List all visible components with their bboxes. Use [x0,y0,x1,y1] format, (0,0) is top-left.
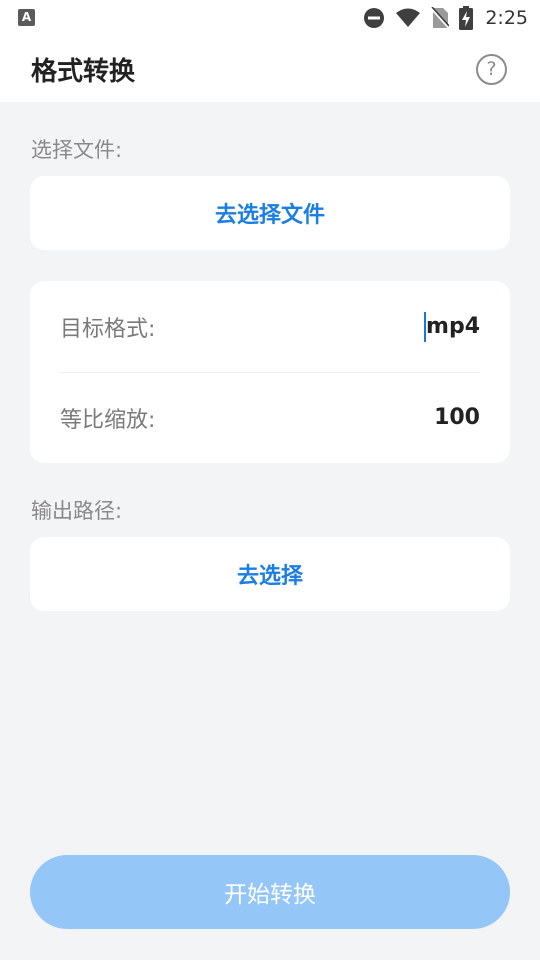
format-label: 目标格式: [60,316,156,342]
select-output-button[interactable]: 去选择 [30,537,510,611]
help-icon[interactable]: ? [476,54,507,85]
app-bar: 格式转换 ? [0,36,540,102]
start-convert-button[interactable]: 开始转换 [30,855,510,929]
clock: 2:25 [485,7,528,29]
format-value: mp4 [426,314,480,339]
scale-row[interactable]: 等比缩放: 100 [60,372,480,463]
settings-card: 目标格式: mp4 等比缩放: 100 [30,281,510,463]
scale-value[interactable]: 100 [434,405,480,430]
output-path-label: 输出路径: [31,499,123,523]
select-file-card: 去选择文件 [30,176,510,250]
select-file-label: 选择文件: [31,138,123,162]
scale-label: 等比缩放: [60,407,156,433]
page-title: 格式转换 [31,57,136,87]
status-bar: A 2:25 [0,0,540,36]
output-path-card: 去选择 [30,537,510,611]
accessibility-a-icon: A [18,9,35,26]
dnd-icon [364,8,385,28]
status-icons: 2:25 [363,5,528,31]
select-file-button[interactable]: 去选择文件 [30,176,510,250]
battery-charging-icon [459,6,474,30]
format-field[interactable]: mp4 [424,311,480,342]
wifi-icon [396,8,421,27]
no-sim-icon [431,7,450,29]
format-row[interactable]: 目标格式: mp4 [60,281,480,372]
